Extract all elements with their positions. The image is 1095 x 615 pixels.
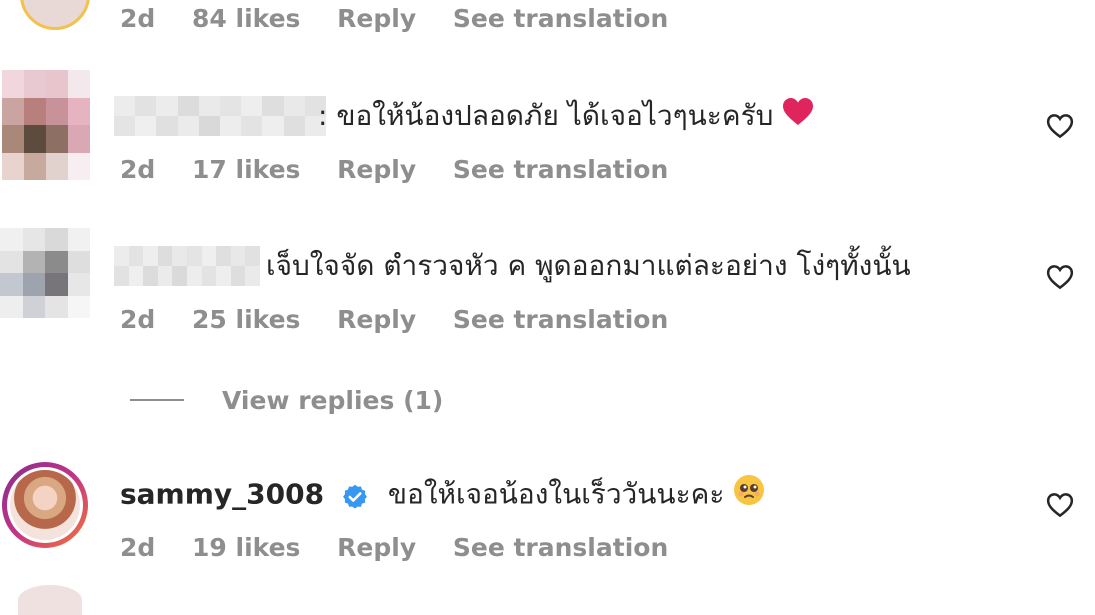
blurred-username[interactable] [114,96,326,136]
comment-text-content: ขอให้น้องปลอดภัย ได้เจอไวๆนะครับ [336,99,774,132]
see-translation-button[interactable]: See translation [453,2,668,36]
comment-text: เจ็บใจจัด ตำรวจหัว ค พูดออกมาแต่ละอย่าง … [266,249,911,282]
see-translation-button[interactable]: See translation [453,153,668,187]
comment-likes[interactable]: 25 likes [192,303,300,337]
blurred-username[interactable] [114,246,260,286]
comment-item: 2d 84 likes Reply See translation [0,0,1095,50]
heart-outline-icon[interactable] [1045,111,1075,141]
avatar[interactable] [20,0,90,30]
see-translation-button[interactable]: See translation [453,303,668,337]
comment-likes[interactable]: 19 likes [192,531,300,565]
comment-likes[interactable]: 17 likes [192,153,300,187]
comment-time: 2d [120,305,156,334]
comment-time: 2d [120,4,156,33]
view-replies-label: View replies (1) [222,385,444,415]
avatar[interactable] [0,228,90,318]
comment-time: 2d [120,155,156,184]
pleading-face-emoji-icon [733,474,765,517]
comment-meta: 2d 84 likes Reply See translation [120,2,696,36]
comment-text: : ขอให้น้องปลอดภัย ได้เจอไวๆนะครับ [318,96,814,138]
comment-likes[interactable]: 84 likes [192,2,300,36]
comment-meta: 2d 25 likes Reply See translation [120,303,696,337]
avatar[interactable] [2,70,90,180]
comment-text-content: ขอให้เจอน้องในเร็ววันนะคะ [387,477,725,511]
heart-outline-icon[interactable] [1045,262,1075,292]
verified-badge-icon [341,482,369,510]
avatar[interactable] [18,585,82,615]
comment-meta: 2d 17 likes Reply See translation [120,153,696,187]
see-translation-button[interactable]: See translation [453,531,668,565]
reply-button[interactable]: Reply [337,303,416,337]
comment-text: sammy_3008 ขอให้เจอน้องในเร็ววันนะคะ [120,474,765,517]
heart-outline-icon[interactable] [1045,490,1075,520]
avatar[interactable] [2,462,88,548]
comment-meta: 2d 19 likes Reply See translation [120,531,696,565]
view-replies-button[interactable]: View replies (1) [130,382,443,418]
comment-time: 2d [120,533,156,562]
reply-button[interactable]: Reply [337,2,416,36]
divider [130,399,184,401]
red-heart-emoji-icon [782,97,814,138]
reply-button[interactable]: Reply [337,531,416,565]
username[interactable]: sammy_3008 [120,478,324,511]
reply-button[interactable]: Reply [337,153,416,187]
avatar-image [7,467,83,543]
